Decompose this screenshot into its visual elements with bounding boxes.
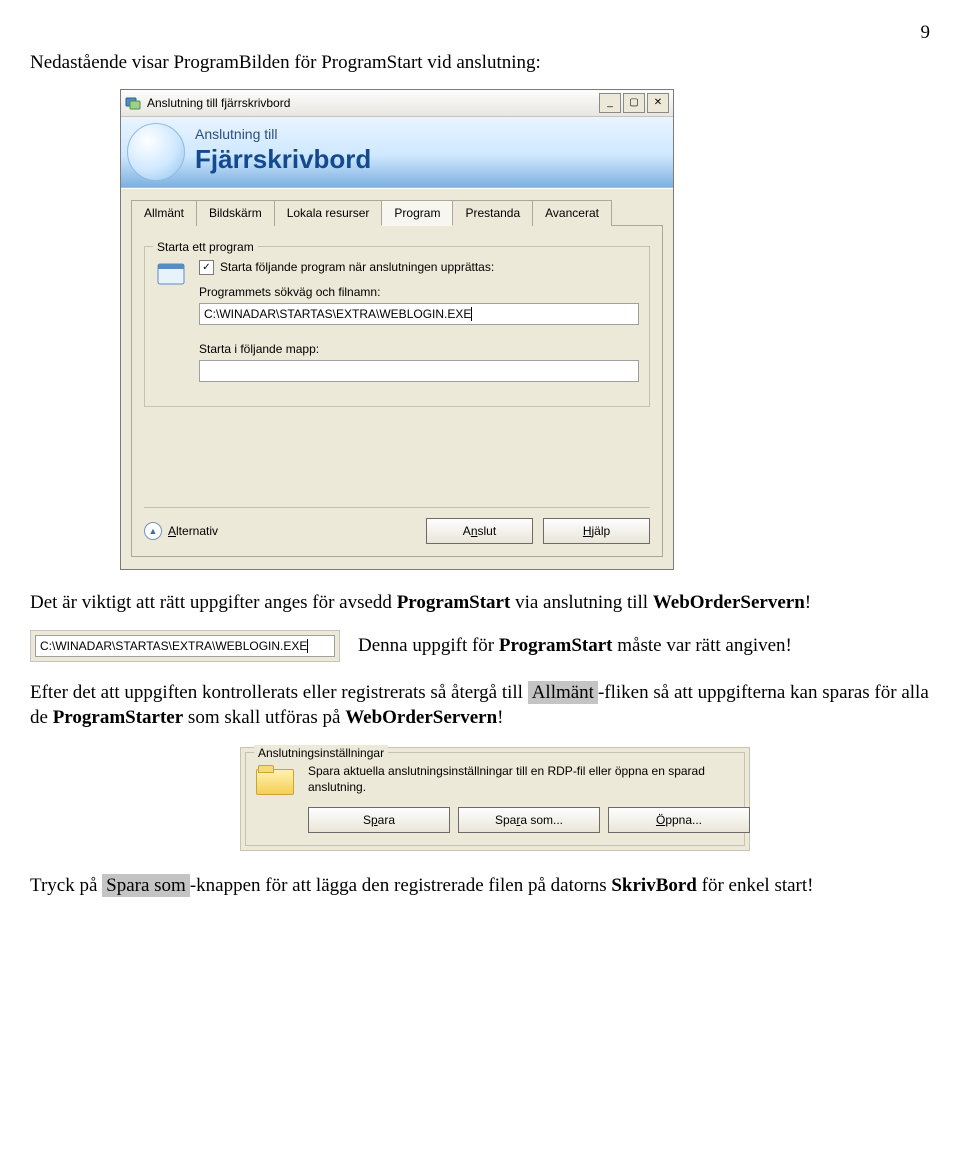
tab-program[interactable]: Program [381,200,453,226]
start-program-checkbox[interactable]: ✓ Starta följande program när anslutning… [199,259,639,275]
tab-prestanda[interactable]: Prestanda [452,200,533,226]
window-title: Anslutning till fjärrskrivbord [147,95,599,111]
folder-icon [256,763,296,797]
tab-avancerat[interactable]: Avancerat [532,200,612,226]
text-efter: Efter det att uppgiften kontrollerats el… [30,680,930,731]
settings-legend: Anslutningsinställningar [254,745,388,761]
tab-strip: Allmänt Bildskärm Lokala resurser Progra… [131,199,663,226]
hjalp-button[interactable]: Hjälp [543,518,650,544]
tab-lokala-resurser[interactable]: Lokala resurser [274,200,383,226]
group-legend: Starta ett program [153,239,258,255]
highlight-spara-som: Spara som [102,874,190,897]
path-snippet: C:\WINADAR\STARTAS\EXTRA\WEBLOGIN.EXE [30,630,340,662]
text-uppgift: Denna uppgift för ProgramStart måste var… [358,633,930,659]
tab-panel-program: Starta ett program ✓ Starta följande pro… [131,226,663,557]
banner-icon [127,123,185,181]
checkbox-icon: ✓ [199,260,214,275]
app-icon [125,95,141,111]
checkbox-label: Starta följande program när anslutningen… [220,259,494,275]
alternativ-link[interactable]: Alternativ [168,523,218,539]
start-folder-input[interactable] [199,360,639,382]
page-number: 9 [30,20,930,46]
folder-label: Starta i följande mapp: [199,341,639,357]
banner-title: Fjärrskrivbord [195,142,371,177]
tab-allmant[interactable]: Allmänt [131,200,197,226]
anslutningsinstallningar-panel: Anslutningsinställningar Spara aktuella … [240,747,750,851]
text-final: Tryck på Spara som-knappen för att lägga… [30,873,930,899]
titlebar: Anslutning till fjärrskrivbord _ ▢ ✕ [121,90,673,117]
highlight-allmant: Allmänt [528,681,598,704]
text-viktigt: Det är viktigt att rätt uppgifter anges … [30,590,930,616]
anslut-button[interactable]: Anslut [426,518,533,544]
close-button[interactable]: ✕ [647,93,669,113]
collapse-icon[interactable]: ▲ [144,522,162,540]
path-label: Programmets sökväg och filnamn: [199,284,639,300]
minimize-button[interactable]: _ [599,93,621,113]
banner: Anslutning till Fjärrskrivbord [121,117,673,188]
spara-button[interactable]: Spara [308,807,450,833]
settings-text: Spara aktuella anslutningsinställningar … [308,763,734,797]
intro-text: Nedastående visar ProgramBilden för Prog… [30,50,930,76]
tab-bildskarm[interactable]: Bildskärm [196,200,275,226]
oppna-button[interactable]: Öppna... [608,807,750,833]
maximize-button[interactable]: ▢ [623,93,645,113]
rdp-dialog: Anslutning till fjärrskrivbord _ ▢ ✕ Ans… [120,89,674,570]
spara-som-button[interactable]: Spara som... [458,807,600,833]
program-path-input[interactable]: C:\WINADAR\STARTAS\EXTRA\WEBLOGIN.EXE [199,303,639,325]
start-program-group: Starta ett program ✓ Starta följande pro… [144,246,650,407]
path-snippet-input[interactable]: C:\WINADAR\STARTAS\EXTRA\WEBLOGIN.EXE [35,635,335,657]
program-icon [155,259,189,293]
